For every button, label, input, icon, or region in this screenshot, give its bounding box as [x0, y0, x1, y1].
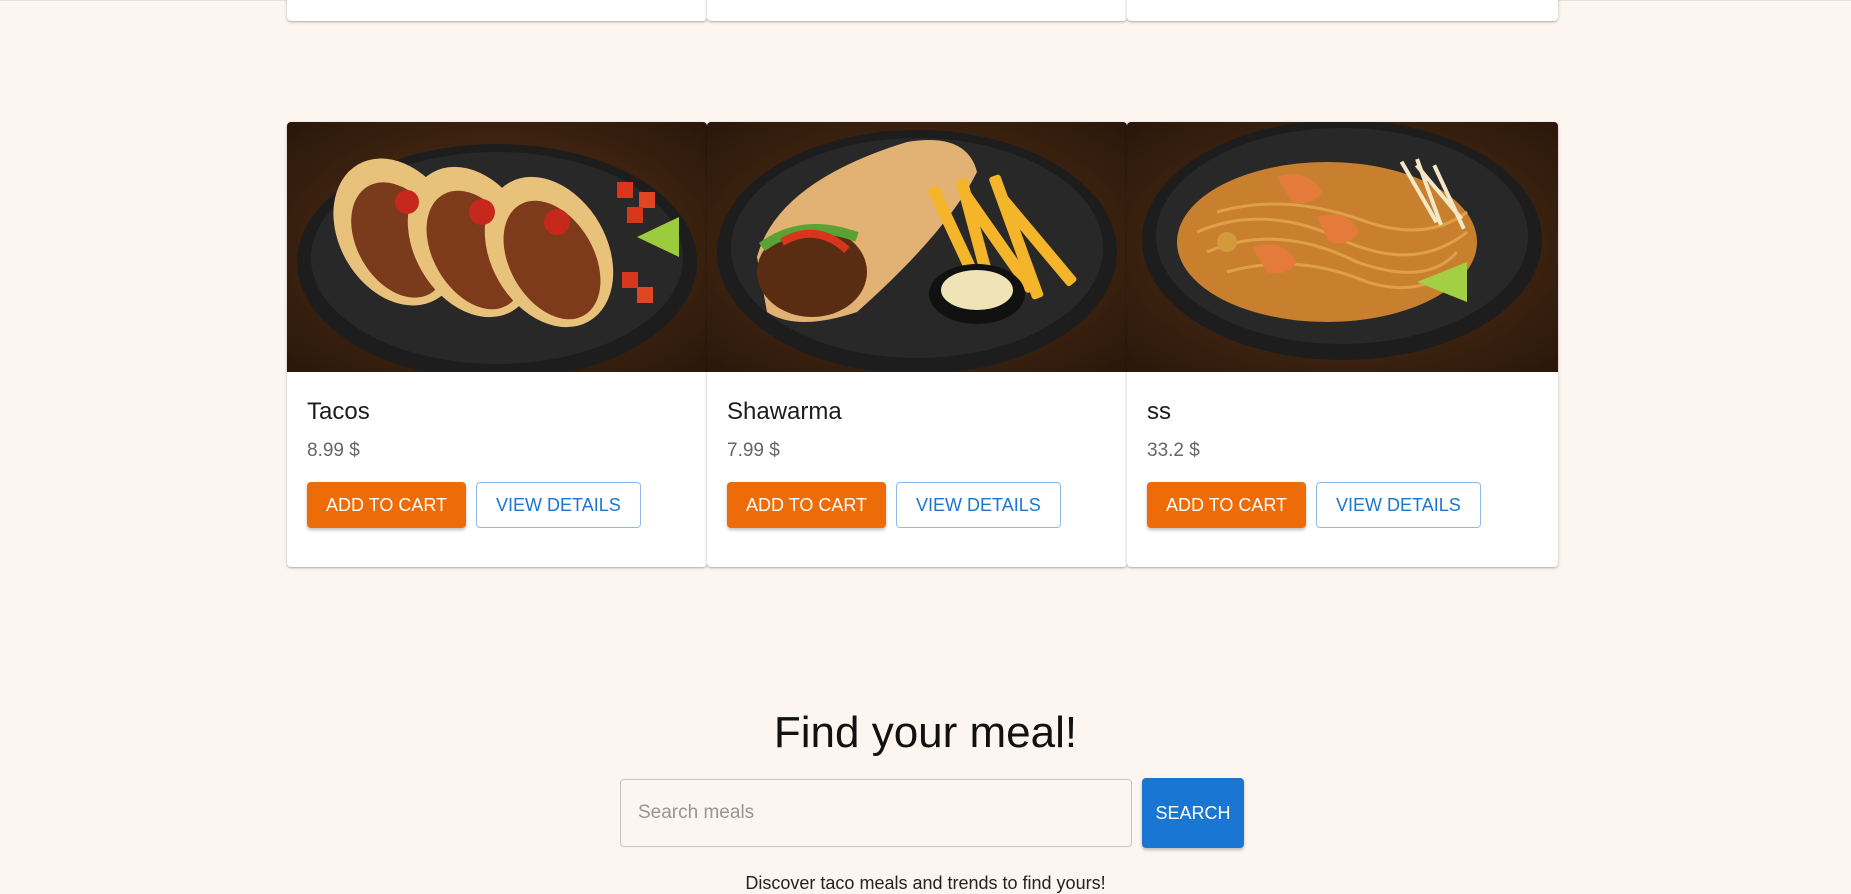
shawarma-image: [707, 122, 1127, 372]
meal-name: Shawarma: [727, 398, 842, 425]
meal-card: Tacos 8.99 $ ADD TO CART VIEW DETAILS: [287, 122, 707, 567]
search-button[interactable]: SEARCH: [1142, 778, 1244, 848]
view-details-button[interactable]: VIEW DETAILS: [896, 482, 1061, 528]
meal-card-row: Tacos 8.99 $ ADD TO CART VIEW DETAILS Sh…: [287, 122, 1558, 567]
meal-price: 7.99 $: [727, 440, 780, 461]
meal-price: 8.99 $: [307, 440, 360, 461]
meal-card: Shawarma 7.99 $ ADD TO CART VIEW DETAILS: [707, 122, 1127, 567]
meal-card: [1127, 0, 1558, 21]
meal-card: ss 33.2 $ ADD TO CART VIEW DETAILS: [1127, 122, 1558, 567]
search-hint: Discover taco meals and trends to find y…: [745, 873, 1106, 893]
view-details-button[interactable]: VIEW DETAILS: [1316, 482, 1481, 528]
meal-card: [287, 0, 707, 21]
add-to-cart-button[interactable]: ADD TO CART: [307, 482, 467, 528]
view-details-button[interactable]: VIEW DETAILS: [476, 482, 641, 528]
search-title: Find your meal!: [773, 708, 1078, 757]
tacos-image: [287, 122, 707, 372]
pad-thai-image: [1127, 122, 1558, 372]
search-section: Find your meal! SEARCH Discover taco mea…: [0, 700, 1851, 893]
previous-card-row: [287, 0, 1558, 21]
meal-name: ss: [1147, 398, 1171, 425]
add-to-cart-button[interactable]: ADD TO CART: [727, 482, 887, 528]
add-to-cart-button[interactable]: ADD TO CART: [1147, 482, 1307, 528]
meal-price: 33.2 $: [1147, 440, 1200, 461]
meal-name: Tacos: [307, 398, 370, 425]
meal-card: [707, 0, 1127, 21]
search-input[interactable]: [620, 779, 1132, 847]
